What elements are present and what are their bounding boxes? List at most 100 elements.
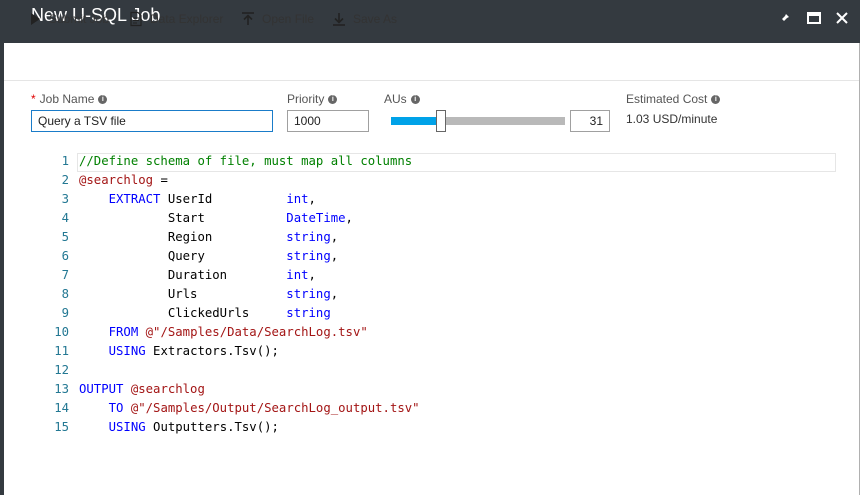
line-number: 2	[61, 173, 69, 187]
job-name-label: * Job Name i	[31, 92, 108, 106]
priority-label-text: Priority	[287, 92, 325, 106]
code-token: Urls	[79, 287, 287, 301]
line-number: 1	[61, 154, 69, 168]
code-token: ,	[308, 192, 316, 206]
code-token: ,	[345, 211, 353, 225]
code-token: string	[286, 230, 331, 244]
code-token: OUTPUT	[79, 382, 124, 396]
aus-slider[interactable]	[391, 110, 565, 132]
code-text: ClickedUrls string	[79, 304, 331, 323]
download-icon	[331, 11, 347, 27]
required-mark: *	[31, 92, 36, 106]
open-file-label: Open File	[262, 12, 315, 26]
aus-label: AUs i	[384, 92, 420, 106]
code-text: Query string,	[79, 247, 338, 266]
job-name-label-text: Job Name	[39, 92, 95, 106]
open-file-button[interactable]: Open File	[240, 9, 314, 29]
code-token: USING	[108, 420, 146, 434]
submit-job-button[interactable]: Submit Job	[27, 9, 109, 29]
job-name-input[interactable]: Query a TSV file	[31, 110, 273, 132]
aus-slider-thumb[interactable]	[436, 110, 446, 132]
save-as-button[interactable]: Save As	[331, 9, 397, 29]
info-icon[interactable]: i	[98, 94, 108, 104]
code-token: @searchlog	[130, 382, 205, 396]
code-token: ,	[330, 287, 339, 301]
code-token: Outputters.Tsv();	[145, 420, 279, 434]
code-text: Region string,	[79, 228, 338, 247]
aus-value-input[interactable]: 31	[570, 110, 610, 132]
code-token: string	[286, 306, 331, 320]
code-text: OUTPUT @searchlog	[79, 380, 205, 399]
code-text: Start DateTime,	[79, 209, 353, 228]
code-token: Region	[79, 230, 287, 244]
line-number: 15	[54, 420, 69, 434]
estimated-cost-label: Estimated Cost i	[626, 92, 721, 106]
info-icon[interactable]: i	[328, 94, 338, 104]
close-icon[interactable]	[832, 8, 852, 28]
aus-slider-track	[438, 117, 565, 125]
line-number: 6	[61, 249, 69, 263]
code-text: Duration int,	[79, 266, 316, 285]
code-token: =	[153, 173, 168, 187]
code-token: //Define schema of file, must map all co…	[79, 154, 413, 168]
code-token: ClickedUrls	[79, 306, 287, 320]
code-token: TO	[108, 401, 124, 415]
code-token: Query	[79, 249, 287, 263]
line-number: 11	[54, 344, 69, 358]
code-token: int	[286, 192, 309, 206]
document-icon	[128, 11, 144, 27]
line-number: 14	[54, 401, 69, 415]
code-token: int	[286, 268, 309, 282]
info-icon[interactable]: i	[711, 94, 721, 104]
line-number: 7	[61, 268, 69, 282]
code-token: UserId	[160, 192, 287, 206]
line-number: 13	[54, 382, 69, 396]
estimated-cost-label-text: Estimated Cost	[626, 92, 708, 106]
code-text: //Define schema of file, must map all co…	[79, 152, 412, 171]
priority-input[interactable]: 1000	[287, 110, 369, 132]
submit-job-label: Submit Job	[49, 12, 110, 26]
code-token: Duration	[79, 268, 287, 282]
code-token: EXTRACT	[108, 192, 161, 206]
play-icon	[27, 11, 43, 27]
code-token: @searchlog	[79, 173, 154, 187]
code-text: Urls string,	[79, 285, 338, 304]
priority-label: Priority i	[287, 92, 338, 106]
line-number: 12	[54, 363, 69, 377]
code-text: USING Outputters.Tsv();	[79, 418, 279, 437]
code-token: ,	[330, 230, 339, 244]
aus-label-text: AUs	[384, 92, 407, 106]
data-explorer-label: Data Explorer	[150, 12, 224, 26]
code-text: TO @"/Samples/Output/SearchLog_output.ts…	[79, 399, 420, 418]
line-number: 4	[61, 211, 69, 225]
code-token: FROM	[108, 325, 139, 339]
line-number: 5	[61, 230, 69, 244]
data-explorer-button[interactable]: Data Explorer	[128, 9, 223, 29]
code-text: USING Extractors.Tsv();	[79, 342, 279, 361]
estimated-cost-value: 1.03 USD/minute	[626, 112, 718, 126]
maximize-icon[interactable]	[804, 8, 824, 28]
info-icon[interactable]: i	[410, 94, 420, 104]
code-token: ,	[330, 249, 339, 263]
line-number: 9	[61, 306, 69, 320]
code-token: @"/Samples/Output/SearchLog_output.tsv"	[130, 401, 420, 415]
code-text: FROM @"/Samples/Data/SearchLog.tsv"	[79, 323, 368, 342]
code-text: EXTRACT UserId int,	[79, 190, 316, 209]
code-token: Start	[79, 211, 287, 225]
line-number: 10	[54, 325, 69, 339]
code-token: USING	[108, 344, 146, 358]
code-token: Extractors.Tsv();	[145, 344, 279, 358]
line-number: 8	[61, 287, 69, 301]
upload-icon	[240, 11, 256, 27]
aus-slider-fill	[391, 117, 438, 125]
pin-icon[interactable]	[775, 8, 795, 28]
code-token: string	[286, 249, 331, 263]
code-token: ,	[308, 268, 316, 282]
